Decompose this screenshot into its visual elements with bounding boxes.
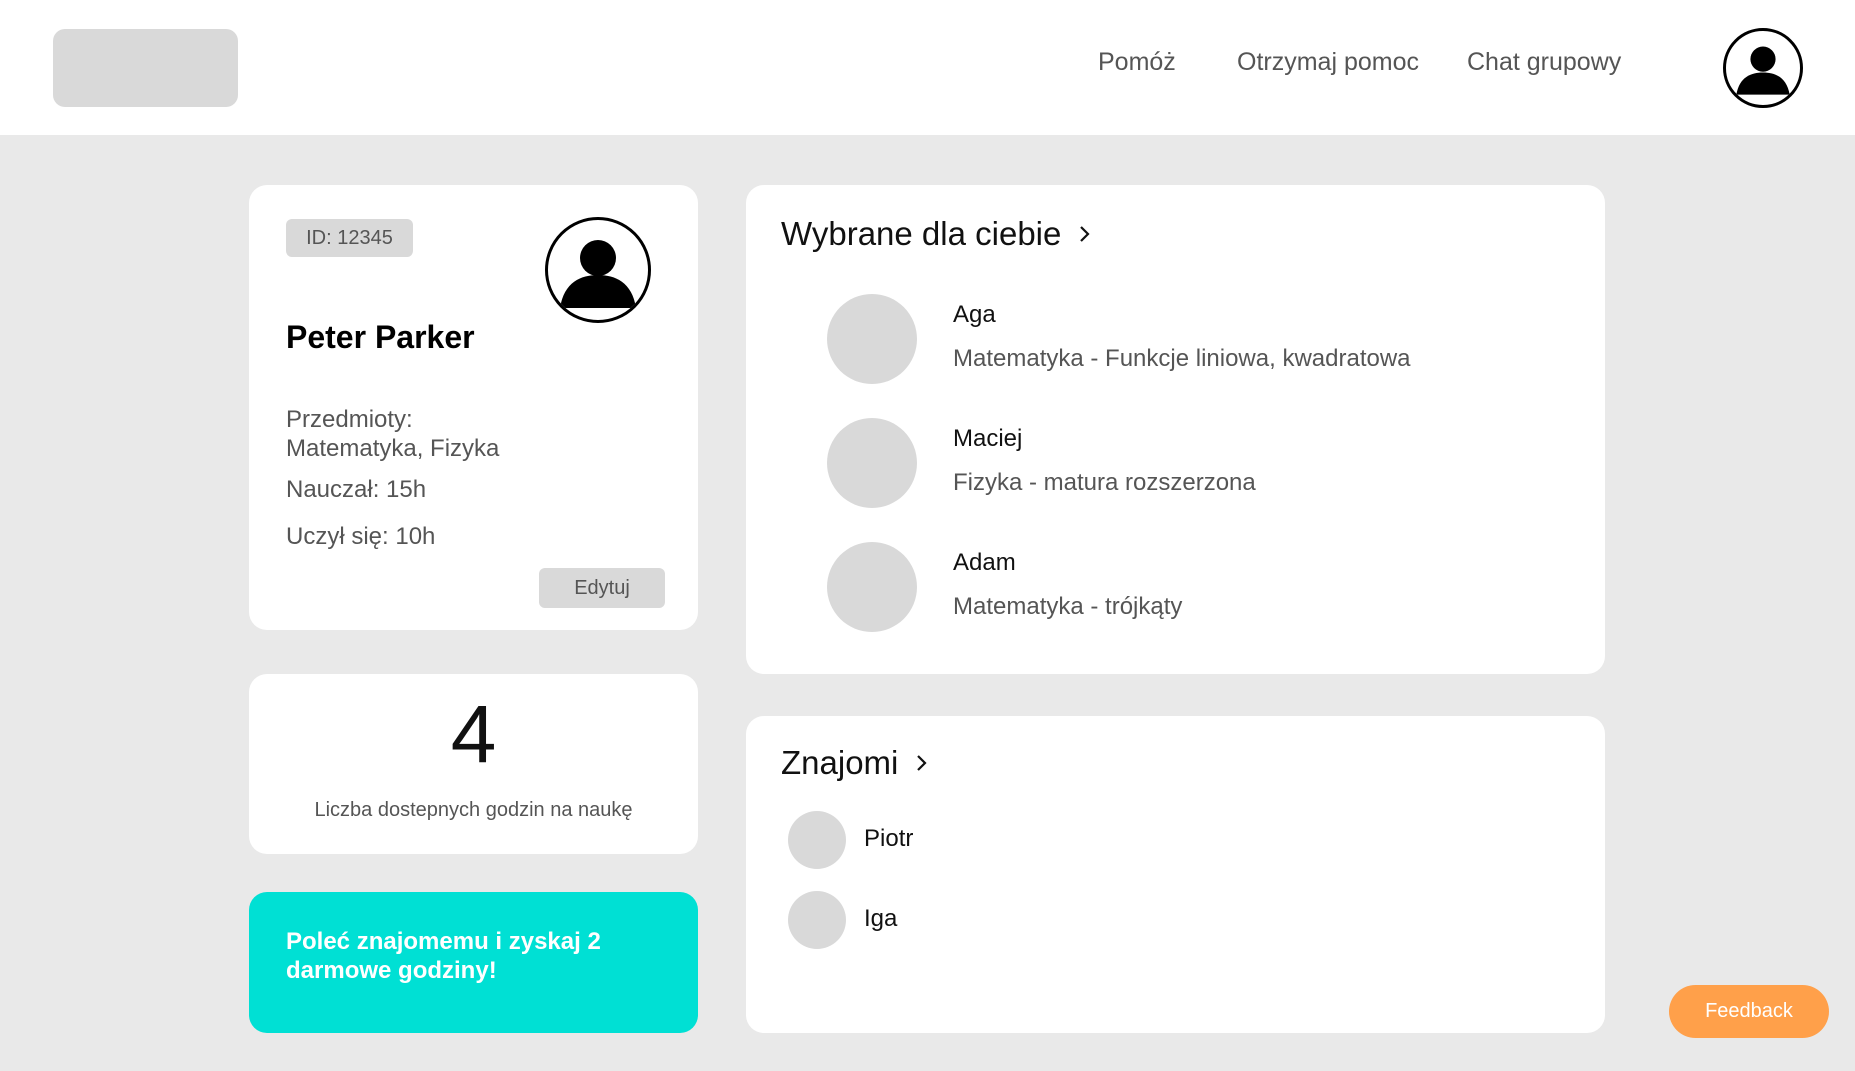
recommended-item[interactable]: Adam Matematyka - trójkąty: [827, 542, 1567, 632]
available-hours-value: 4: [450, 689, 497, 780]
recommended-topic: Fizyka - matura rozszerzona: [953, 469, 1256, 496]
subjects-value: Matematyka, Fizyka: [286, 435, 500, 462]
avatar: [827, 542, 917, 632]
profile-name: Peter Parker: [286, 319, 475, 355]
recommended-name: Adam: [953, 549, 1016, 576]
profile-avatar-icon: [545, 217, 651, 323]
avatar: [827, 294, 917, 384]
feedback-button[interactable]: Feedback: [1669, 985, 1829, 1038]
friend-name: Iga: [864, 905, 898, 932]
friend-item[interactable]: Iga: [788, 891, 1188, 949]
edit-profile-button[interactable]: Edytuj: [539, 568, 665, 608]
user-id-badge: ID: 12345: [286, 219, 413, 257]
chevron-right-icon: [1075, 224, 1095, 244]
subjects-label: Przedmioty:: [286, 406, 413, 433]
nav-get-help-link[interactable]: Otrzymaj pomoc: [1237, 48, 1419, 77]
friend-name: Piotr: [864, 825, 914, 852]
referral-promo-text: Poleć znajomemu i zyskaj 2 darmowe godzi…: [286, 928, 601, 984]
profile-card: ID: 12345 Peter Parker Przedmioty: Matem…: [249, 185, 698, 630]
taught-hours: Nauczał: 15h: [286, 476, 427, 503]
recommended-title: Wybrane dla ciebie: [781, 215, 1062, 252]
avatar: [827, 418, 917, 508]
avatar: [788, 891, 846, 949]
friends-header-link[interactable]: Znajomi: [781, 744, 932, 782]
learned-hours: Uczył się: 10h: [286, 523, 436, 550]
avatar: [788, 811, 846, 869]
friends-section: Znajomi Piotr Iga: [746, 716, 1605, 1033]
recommended-topic: Matematyka - trójkąty: [953, 593, 1183, 620]
logo-placeholder[interactable]: [53, 29, 238, 107]
available-hours-card: 4 Liczba dostepnych godzin na naukę: [249, 674, 698, 854]
recommended-name: Aga: [953, 301, 996, 328]
referral-promo-banner[interactable]: Poleć znajomemu i zyskaj 2 darmowe godzi…: [249, 892, 698, 1033]
top-navbar: Pomóż Otrzymaj pomoc Chat grupowy: [0, 0, 1855, 135]
friend-item[interactable]: Piotr: [788, 811, 1188, 869]
recommended-topic: Matematyka - Funkcje liniowa, kwadratowa: [953, 345, 1411, 372]
nav-help-link[interactable]: Pomóż: [1098, 48, 1176, 77]
recommended-item[interactable]: Maciej Fizyka - matura rozszerzona: [827, 418, 1567, 508]
available-hours-label: Liczba dostepnych godzin na naukę: [314, 799, 633, 821]
nav-group-chat-link[interactable]: Chat grupowy: [1467, 48, 1621, 77]
recommended-name: Maciej: [953, 425, 1023, 452]
recommended-section: Wybrane dla ciebie Aga Matematyka - Funk…: [746, 185, 1605, 674]
recommended-header-link[interactable]: Wybrane dla ciebie: [781, 215, 1095, 253]
user-avatar-icon[interactable]: [1723, 28, 1803, 108]
recommended-item[interactable]: Aga Matematyka - Funkcje liniowa, kwadra…: [827, 294, 1567, 384]
chevron-right-icon: [912, 753, 932, 773]
friends-title: Znajomi: [781, 744, 899, 781]
